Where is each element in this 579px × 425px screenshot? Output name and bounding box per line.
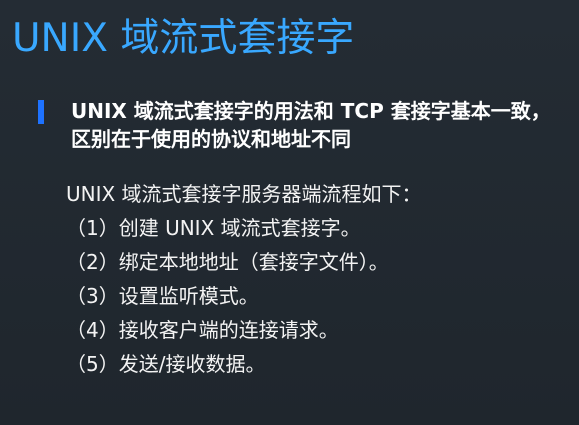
slide-title: UNIX 域流式套接字 bbox=[12, 16, 355, 61]
body-line-step-3: （3）设置监听模式。 bbox=[66, 284, 259, 308]
body-line-step-5: （5）发送/接收数据。 bbox=[66, 352, 266, 376]
body-text: UNIX 域流式套接字服务器端流程如下： （1）创建 UNIX 域流式套接字。 … bbox=[66, 177, 566, 381]
body-line-step-2: （2）绑定本地地址（套接字文件）。 bbox=[66, 250, 389, 274]
slide: UNIX 域流式套接字 UNIX 域流式套接字的用法和 TCP 套接字基本一致，… bbox=[0, 0, 579, 425]
bullet-text: UNIX 域流式套接字的用法和 TCP 套接字基本一致，区别在于使用的协议和地址… bbox=[71, 99, 551, 151]
body-line-intro: UNIX 域流式套接字服务器端流程如下： bbox=[66, 182, 422, 206]
bullet-bar-icon bbox=[38, 100, 44, 124]
body-line-step-1: （1）创建 UNIX 域流式套接字。 bbox=[66, 216, 361, 240]
body-line-step-4: （4）接收客户端的连接请求。 bbox=[66, 318, 339, 342]
